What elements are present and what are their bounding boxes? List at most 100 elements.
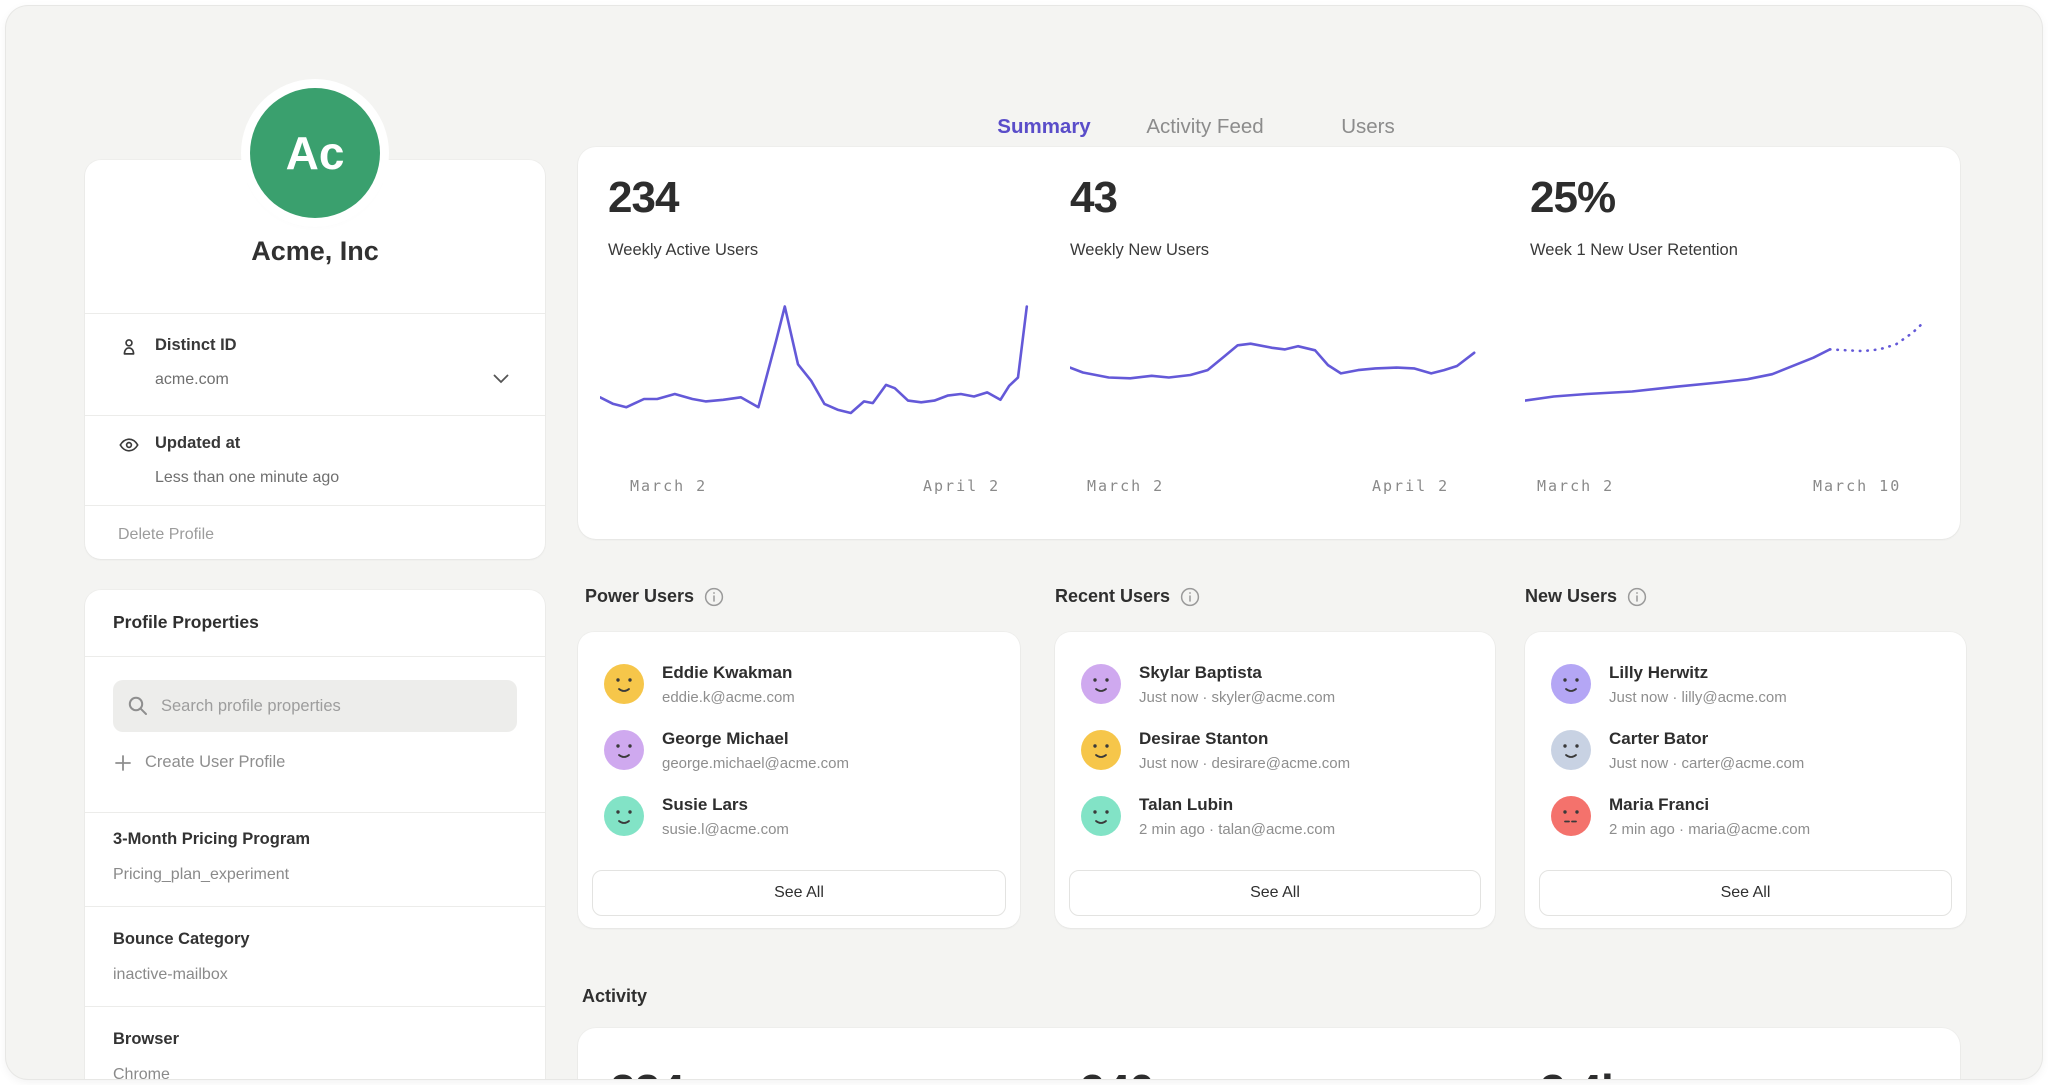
user-row[interactable]: Desirae Stanton Just now · desirare@acme…: [1081, 726, 1469, 782]
user-detail: Just now · desirare@acme.com: [1139, 755, 1350, 772]
x-tick: April 2: [1372, 477, 1449, 495]
property-name: Browser: [113, 1030, 179, 1049]
recent-users-card: Skylar Baptista Just now · skyler@acme.c…: [1055, 632, 1495, 928]
chevron-down-icon[interactable]: [493, 374, 509, 384]
see-all-button[interactable]: See All: [1069, 870, 1481, 916]
avatar: [1551, 664, 1591, 704]
user-detail: Just now · carter@acme.com: [1609, 755, 1804, 772]
profile-properties-card: Profile Properties Create User Profile 3…: [85, 590, 545, 1079]
user-row[interactable]: Susie Lars susie.l@acme.com: [604, 792, 994, 848]
stat-weekly-active-users-value: 234: [608, 173, 678, 223]
user-row[interactable]: Skylar Baptista Just now · skyler@acme.c…: [1081, 660, 1469, 716]
tab-users[interactable]: Users: [1318, 115, 1418, 139]
divider: [85, 812, 545, 813]
user-detail: 2 min ago · talan@acme.com: [1139, 821, 1335, 838]
user-row[interactable]: Carter Bator Just now · carter@acme.com: [1551, 726, 1940, 782]
weekly-new-users-chart: [1070, 295, 1500, 460]
property-value: inactive-mailbox: [113, 966, 228, 984]
user-detail: susie.l@acme.com: [662, 821, 789, 838]
delete-profile-button[interactable]: Delete Profile: [118, 526, 214, 544]
user-name: Susie Lars: [662, 795, 748, 815]
avatar: [604, 796, 644, 836]
property-value: Chrome: [113, 1066, 170, 1079]
new-users-title: New Users: [1525, 586, 1617, 607]
tab-summary[interactable]: Summary: [989, 115, 1099, 139]
updated-at-value: Less than one minute ago: [155, 469, 339, 487]
x-tick: March 2: [630, 477, 707, 495]
avatar: [1081, 664, 1121, 704]
stat-weekly-new-users-value: 43: [1070, 173, 1117, 223]
property-name: Bounce Category: [113, 930, 250, 949]
activity-section-title: Activity: [582, 986, 647, 1007]
tab-activity-feed[interactable]: Activity Feed: [1129, 115, 1281, 139]
power-users-header: Power Users: [585, 586, 724, 607]
user-row[interactable]: Maria Franci 2 min ago · maria@acme.com: [1551, 792, 1940, 848]
divider: [85, 505, 545, 506]
user-name: Eddie Kwakman: [662, 663, 792, 683]
profile-avatar-initials: Ac: [286, 126, 345, 180]
profile-card: Acme, Inc Distinct ID acme.com: [85, 160, 545, 559]
activity-stat: 3.4k: [1540, 1064, 1626, 1079]
power-users-title: Power Users: [585, 586, 694, 607]
stat-retention-value: 25%: [1530, 173, 1615, 223]
new-users-header: New Users: [1525, 586, 1647, 607]
profile-name: Acme, Inc: [85, 236, 545, 267]
user-detail: 2 min ago · maria@acme.com: [1609, 821, 1810, 838]
x-tick: March 2: [1537, 477, 1614, 495]
avatar: [1081, 730, 1121, 770]
updated-at-row: Updated at Less than one minute ago: [85, 434, 545, 506]
activity-stat: 940: [1080, 1064, 1154, 1079]
avatar: [604, 664, 644, 704]
property-name: 3-Month Pricing Program: [113, 830, 310, 849]
see-all-button[interactable]: See All: [1539, 870, 1952, 916]
create-user-profile-label: Create User Profile: [145, 753, 285, 772]
profile-properties-title: Profile Properties: [113, 612, 259, 633]
user-detail: george.michael@acme.com: [662, 755, 849, 772]
new-users-card: Lilly Herwitz Just now · lilly@acme.com …: [1525, 632, 1966, 928]
user-name: George Michael: [662, 729, 789, 749]
property-value: Pricing_plan_experiment: [113, 866, 289, 884]
user-row[interactable]: Lilly Herwitz Just now · lilly@acme.com: [1551, 660, 1940, 716]
user-name: Maria Franci: [1609, 795, 1709, 815]
distinct-id-value: acme.com: [155, 371, 229, 389]
weekly-active-users-chart: [600, 295, 1040, 460]
create-user-profile-button[interactable]: Create User Profile: [115, 753, 285, 772]
see-all-button[interactable]: See All: [592, 870, 1006, 916]
divider: [85, 415, 545, 416]
user-row[interactable]: Eddie Kwakman eddie.k@acme.com: [604, 660, 994, 716]
user-name: Carter Bator: [1609, 729, 1708, 749]
distinct-id-row: Distinct ID acme.com: [85, 336, 545, 415]
distinct-id-label: Distinct ID: [155, 336, 237, 355]
x-tick: March 10: [1813, 477, 1901, 495]
avatar: [1551, 730, 1591, 770]
recent-users-title: Recent Users: [1055, 586, 1170, 607]
profile-avatar: Ac: [250, 88, 380, 218]
user-name: Lilly Herwitz: [1609, 663, 1708, 683]
x-tick: March 2: [1087, 477, 1164, 495]
avatar: [1551, 796, 1591, 836]
search-input[interactable]: [113, 680, 517, 732]
user-detail: eddie.k@acme.com: [662, 689, 795, 706]
x-tick: April 2: [923, 477, 1000, 495]
user-detail: Just now · lilly@acme.com: [1609, 689, 1787, 706]
user-row[interactable]: Talan Lubin 2 min ago · talan@acme.com: [1081, 792, 1469, 848]
divider: [85, 656, 545, 657]
plus-icon: [115, 755, 131, 771]
user-row[interactable]: George Michael george.michael@acme.com: [604, 726, 994, 782]
person-icon: [118, 336, 140, 358]
updated-at-label: Updated at: [155, 434, 240, 453]
retention-chart: [1525, 295, 1937, 460]
user-name: Talan Lubin: [1139, 795, 1233, 815]
stat-weekly-new-users-label: Weekly New Users: [1070, 241, 1209, 260]
info-icon[interactable]: [1627, 587, 1647, 607]
divider: [85, 313, 545, 314]
divider: [85, 1006, 545, 1007]
stat-retention-label: Week 1 New User Retention: [1530, 241, 1738, 260]
info-icon[interactable]: [1180, 587, 1200, 607]
overview-card: 234 Weekly Active Users 43 Weekly New Us…: [578, 147, 1960, 539]
user-name: Desirae Stanton: [1139, 729, 1268, 749]
user-name: Skylar Baptista: [1139, 663, 1262, 683]
info-icon[interactable]: [704, 587, 724, 607]
eye-icon: [118, 434, 140, 456]
stat-weekly-active-users-label: Weekly Active Users: [608, 241, 758, 260]
